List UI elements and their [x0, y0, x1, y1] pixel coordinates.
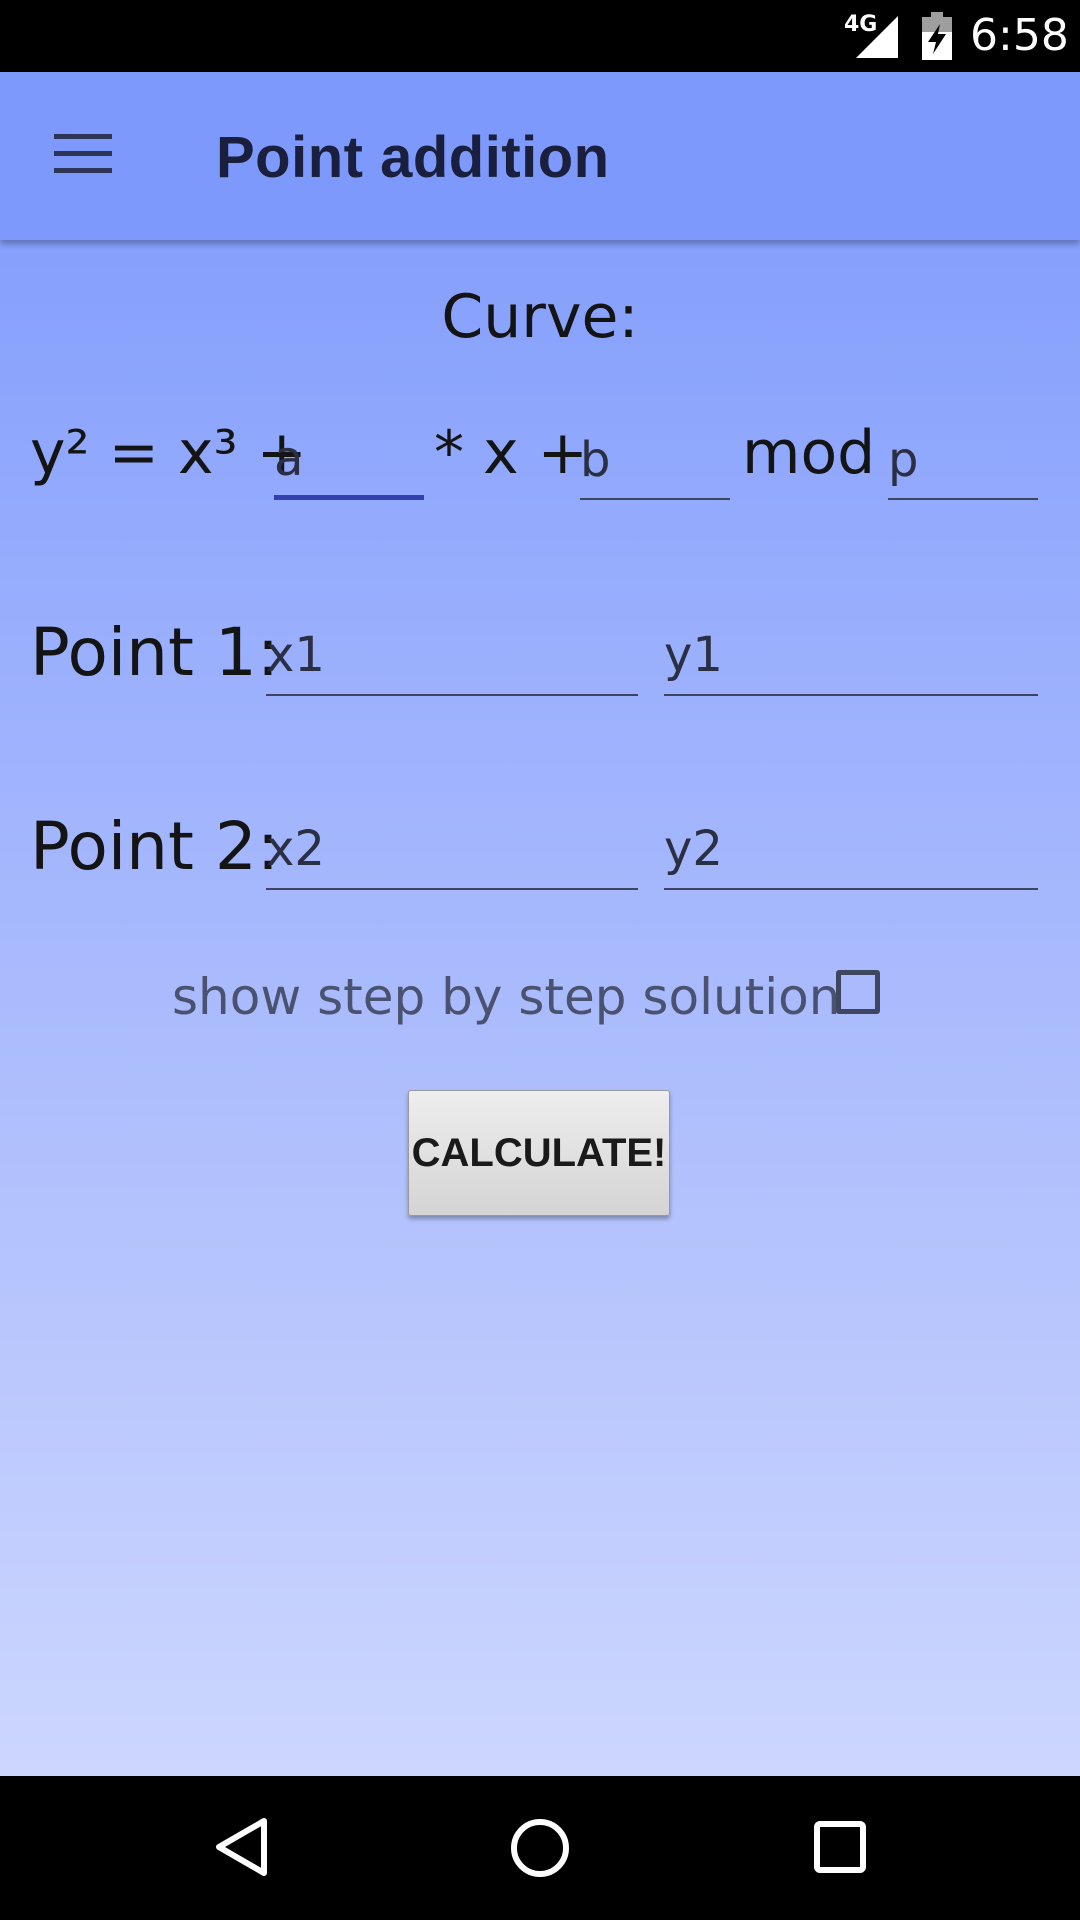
battery-charging-icon — [922, 12, 952, 60]
coefficient-a-input[interactable] — [274, 428, 424, 500]
step-by-step-checkbox[interactable] — [836, 970, 880, 1014]
equation-mid-text: * x + — [434, 418, 588, 488]
navigation-bar — [0, 1776, 1080, 1920]
point2-label: Point 2: — [30, 808, 280, 885]
calculate-button[interactable]: CALCULATE! — [408, 1090, 670, 1216]
home-icon[interactable] — [508, 1816, 572, 1880]
status-time: 6:58 — [970, 10, 1069, 61]
point2-y-input[interactable] — [664, 816, 1038, 890]
point1-y-input[interactable] — [664, 622, 1038, 696]
equation-start-text: y² = x³ + — [30, 418, 307, 488]
curve-heading: Curve: — [441, 282, 639, 352]
menu-icon[interactable] — [54, 134, 112, 174]
back-icon[interactable] — [212, 1816, 270, 1878]
coefficient-b-input[interactable] — [580, 428, 730, 500]
point1-x-input[interactable] — [266, 622, 638, 696]
point1-label: Point 1: — [30, 614, 280, 691]
modulus-p-input[interactable] — [888, 428, 1038, 500]
equation-mod-text: mod — [742, 418, 876, 488]
app-bar: Point addition — [0, 72, 1080, 240]
status-bar: 4G 6:58 — [0, 0, 1080, 72]
step-by-step-label: show step by step solution — [172, 968, 841, 1026]
point2-x-input[interactable] — [266, 816, 638, 890]
recents-icon[interactable] — [812, 1816, 868, 1878]
signal-icon — [856, 16, 898, 58]
page-title: Point addition — [216, 125, 610, 190]
